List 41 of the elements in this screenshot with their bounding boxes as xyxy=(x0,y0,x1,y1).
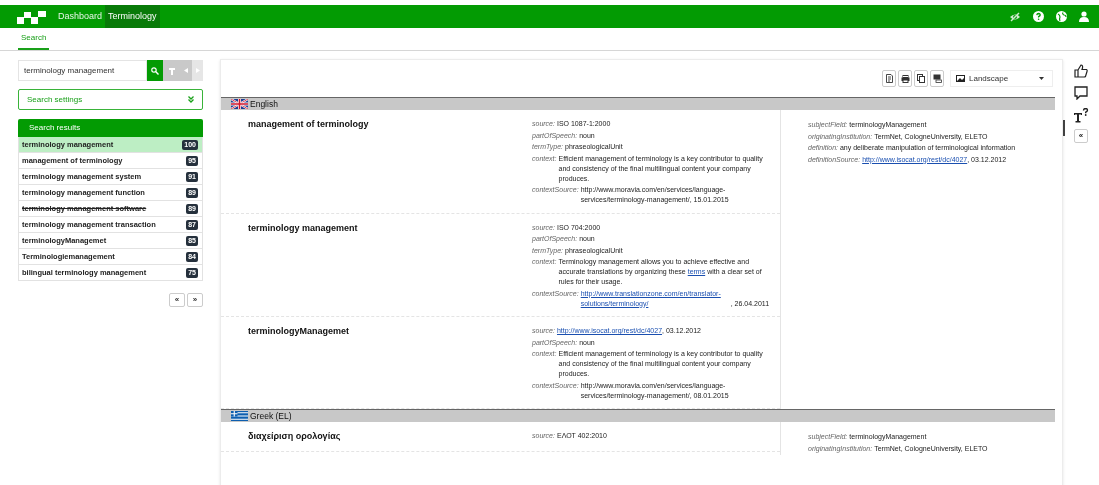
document-icon xyxy=(885,74,893,83)
left-arrow-icon xyxy=(184,68,188,73)
term-title: terminologyManagemet xyxy=(247,325,351,338)
screen-button[interactable] xyxy=(930,70,944,87)
pager-button[interactable]: « xyxy=(169,293,185,307)
caret-down-icon xyxy=(1039,77,1044,80)
sub-tab[interactable]: Search xyxy=(18,28,50,50)
scrollbar-thumb xyxy=(1063,120,1065,136)
image-icon xyxy=(956,75,965,82)
search-icon xyxy=(151,66,159,75)
export-button[interactable] xyxy=(882,70,896,87)
term-title: management of terminology xyxy=(247,118,370,131)
copy-button[interactable] xyxy=(914,70,928,87)
copy-icon xyxy=(917,74,925,83)
collapse-button[interactable]: « xyxy=(1074,129,1088,143)
language-name: Greek (EL) xyxy=(250,409,292,423)
logo-icon xyxy=(17,9,46,24)
term-title: terminology management xyxy=(247,221,359,235)
monitor-icon xyxy=(932,74,942,83)
print-button[interactable] xyxy=(898,70,912,87)
search-button[interactable] xyxy=(147,60,163,81)
user-icon[interactable] xyxy=(1079,11,1089,22)
comment-icon[interactable] xyxy=(1074,86,1088,100)
search-settings-toggle[interactable]: Search settings xyxy=(18,89,203,110)
text-question-icon[interactable] xyxy=(1073,108,1089,123)
hidden-eye-icon[interactable] xyxy=(1009,11,1021,22)
pager-button[interactable]: » xyxy=(187,293,203,307)
double-chevron-down-icon xyxy=(188,96,194,103)
nav-tab[interactable]: Dashboard xyxy=(55,5,106,28)
results-title: Search results xyxy=(29,122,81,134)
nav-tab[interactable]: Terminology xyxy=(105,5,160,28)
print-icon xyxy=(900,74,910,83)
thumbs-up-icon[interactable] xyxy=(1074,64,1088,78)
language-name: English xyxy=(250,97,278,111)
globe-icon[interactable] xyxy=(1056,11,1067,22)
search-settings-label: Search settings xyxy=(27,93,83,106)
right-arrow-icon xyxy=(195,68,200,73)
orientation-dropdown[interactable]: Landscape xyxy=(950,70,1053,87)
help-icon[interactable] xyxy=(1033,11,1044,22)
search-field[interactable]: terminology management xyxy=(18,60,147,81)
term-title: διαχείριση ορολογίας xyxy=(247,430,342,443)
